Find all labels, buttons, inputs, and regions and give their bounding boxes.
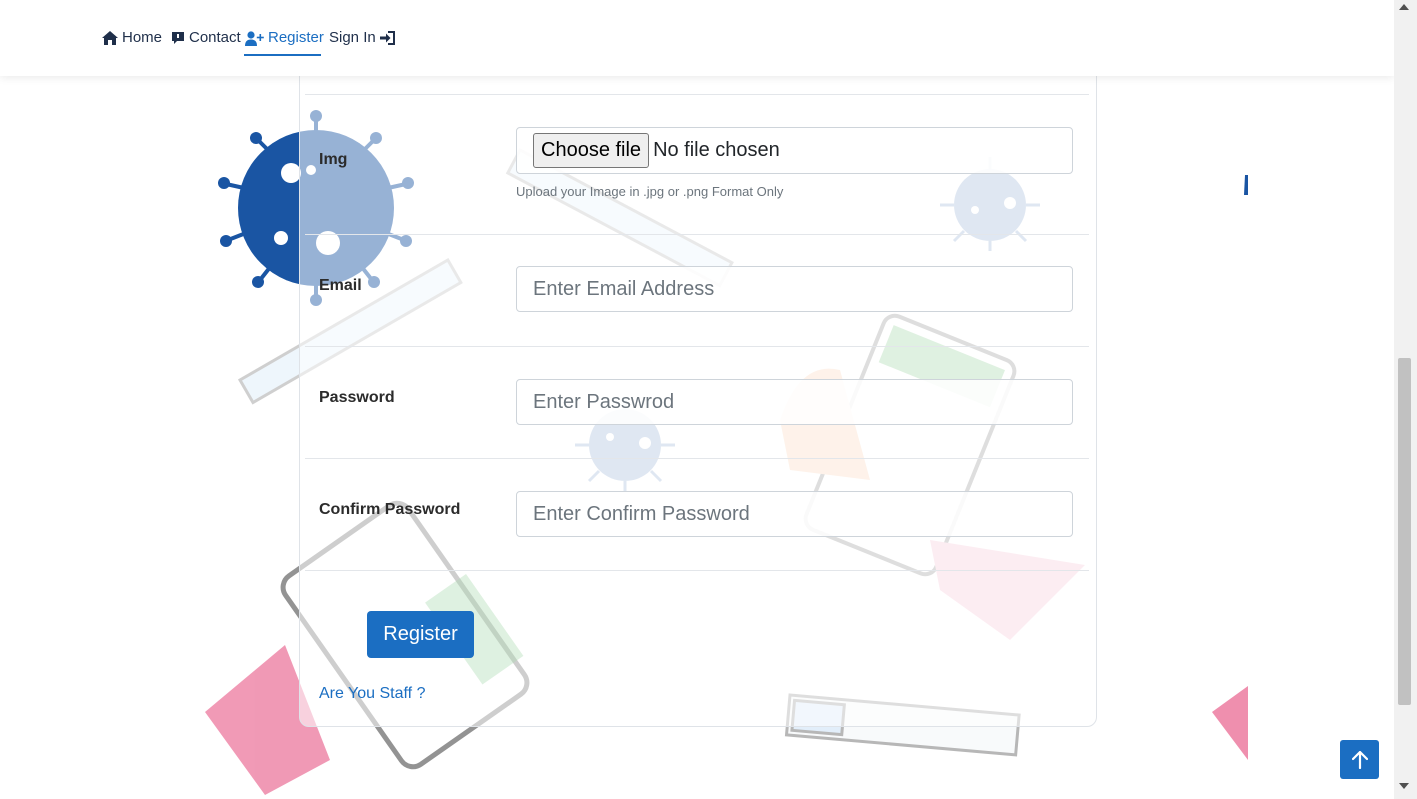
- user-plus-icon: [245, 31, 264, 46]
- nav-home-label: Home: [122, 29, 163, 46]
- confirm-password-field[interactable]: [516, 491, 1073, 537]
- navbar: Home Contact Register Sign In: [0, 0, 1394, 76]
- row-divider: [305, 570, 1089, 571]
- home-icon: [102, 31, 118, 45]
- nav-sign-in[interactable]: Sign In: [329, 28, 395, 56]
- password-field[interactable]: [516, 379, 1073, 425]
- row-divider: [305, 94, 1089, 95]
- page: Home Contact Register Sign In Img Choose…: [0, 0, 1417, 799]
- file-status: No file chosen: [653, 139, 780, 161]
- email-label: Email: [319, 277, 362, 294]
- sign-in-icon: [379, 31, 395, 45]
- scroll-down-arrow[interactable]: [1399, 783, 1409, 789]
- pink-shape-right: [1212, 686, 1248, 760]
- password-label: Password: [319, 389, 395, 406]
- row-divider: [305, 234, 1089, 235]
- arrow-up-icon: [1351, 750, 1368, 769]
- confirm-password-label: Confirm Password: [319, 501, 461, 518]
- img-label: Img: [319, 151, 348, 168]
- register-button[interactable]: Register: [367, 611, 474, 658]
- staff-link[interactable]: Are You Staff ?: [319, 685, 425, 703]
- row-divider: [305, 346, 1089, 347]
- nav-active-indicator: [244, 54, 321, 56]
- img-help-text: Upload your Image in .jpg or .png Format…: [516, 184, 784, 199]
- nav-contact-label: Contact: [189, 29, 241, 46]
- nav-register[interactable]: Register: [245, 28, 324, 56]
- img-file-input[interactable]: Choose file No file chosen: [516, 127, 1073, 174]
- nav-contact[interactable]: Contact: [171, 28, 241, 56]
- nav-home[interactable]: Home: [102, 28, 162, 56]
- scroll-up-arrow[interactable]: [1399, 4, 1409, 10]
- choose-file-button[interactable]: Choose file: [533, 133, 650, 168]
- nav-register-label: Register: [268, 29, 324, 46]
- nav-sign-in-label: Sign In: [329, 29, 376, 46]
- scroll-thumb[interactable]: [1398, 358, 1411, 705]
- row-divider: [305, 458, 1089, 459]
- vertical-scrollbar[interactable]: [1394, 0, 1417, 799]
- email-field[interactable]: [516, 266, 1073, 312]
- message-icon: [172, 32, 184, 44]
- scroll-to-top-button[interactable]: [1340, 740, 1379, 779]
